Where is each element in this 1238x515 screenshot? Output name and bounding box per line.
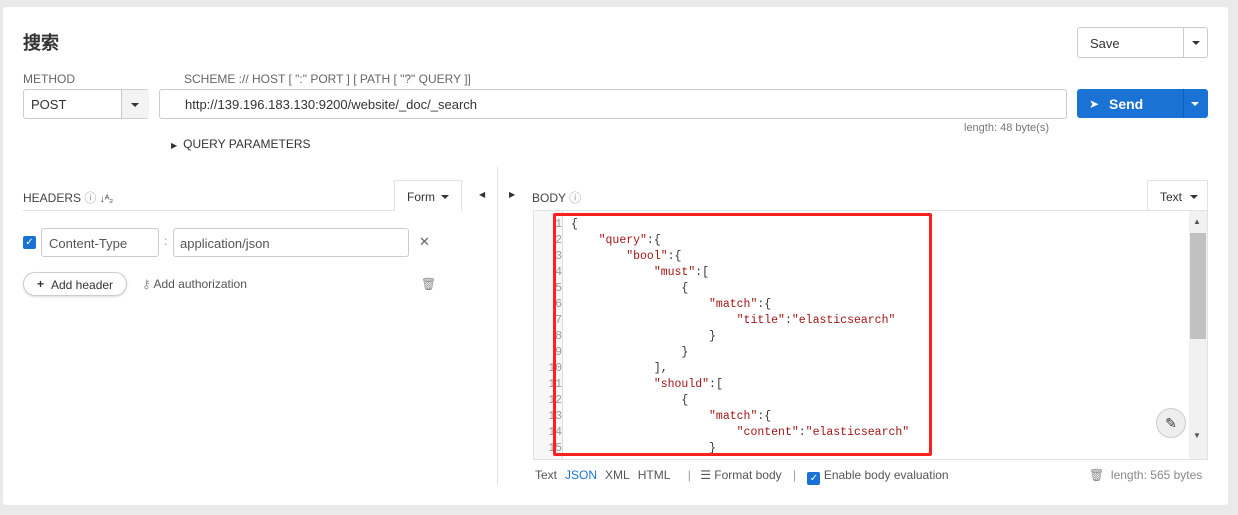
help-icon: ⓘ [569,191,582,205]
method-label: METHOD [23,72,75,86]
plus-icon: + [37,277,45,291]
chevron-down-icon [131,103,139,107]
header-value-input[interactable]: application/json [173,228,409,257]
enable-eval-checkbox[interactable]: ✓ [807,472,821,485]
remove-header-icon[interactable]: ✕ [419,234,430,250]
trash-icon[interactable]: 🗑 [1089,468,1104,482]
add-authorization-link[interactable]: ⚷ Add authorization [142,277,247,291]
body-mode-value: Text [1160,190,1183,204]
header-enabled-checkbox[interactable]: ✓ [23,236,36,249]
key-icon: ⚷ [142,277,151,291]
trash-icon[interactable]: 🗑 [421,277,436,291]
collapse-left-icon[interactable]: ◀ [479,190,485,199]
highlight-box [553,213,932,456]
request-card: 搜索 Save METHOD SCHEME :// HOST [ ":" POR… [3,7,1228,505]
method-select[interactable]: POST [23,89,149,119]
pane-divider [497,167,498,485]
chevron-down-icon [1190,195,1198,199]
page-title: 搜索 [23,33,59,53]
format-json[interactable]: JSON [565,468,597,482]
format-body-button[interactable]: ☰ Format body [700,468,781,482]
add-header-label: Add header [51,278,114,292]
caret-right-icon: ▶ [171,141,178,150]
url-label: SCHEME :// HOST [ ":" PORT ] [ PATH [ "?… [184,72,471,86]
body-label: BODY ⓘ [532,191,582,205]
headers-mode-value: Form [407,190,435,204]
sort-icon: ↓ᴬ₂ [99,194,114,205]
url-value: http://139.196.183.130:9200/website/_doc… [185,97,477,112]
save-button[interactable]: Save [1077,27,1208,58]
url-input[interactable]: http://139.196.183.130:9200/website/_doc… [159,89,1067,119]
query-parameters-toggle[interactable]: ▶ QUERY PARAMETERS [171,137,311,151]
format-xml[interactable]: XML [605,468,630,482]
body-mode-select[interactable]: Text [1147,180,1208,211]
help-icon: ⓘ [84,191,97,205]
headers-mode-select[interactable]: Form [394,180,462,211]
collapse-right-icon[interactable]: ▶ [509,190,515,199]
headers-label: HEADERS ⓘ ↓ᴬ₂ [23,191,114,205]
body-format-bar: Text JSON XML HTML | ☰ Format body | ✓ Enab… [535,468,949,485]
add-header-button[interactable]: + Add header [23,272,127,296]
send-label: Send [1109,96,1144,112]
header-key-input[interactable]: Content-Type [41,228,159,257]
query-params-label: QUERY PARAMETERS [183,137,311,151]
enable-eval-label: Enable body evaluation [823,468,949,482]
magic-wand-icon[interactable]: ✎ [1156,408,1186,438]
url-length: length: 48 byte(s) [964,122,1049,134]
chevron-down-icon[interactable] [1191,102,1199,106]
chevron-down-icon [441,195,449,199]
body-length: 🗑 length: 565 bytes [1089,468,1203,482]
save-label: Save [1090,36,1120,51]
method-value: POST [31,97,67,112]
send-button[interactable]: ➤ Send [1077,89,1208,118]
paper-plane-icon: ➤ [1089,97,1100,111]
format-text[interactable]: Text [535,468,557,482]
format-html[interactable]: HTML [638,468,671,482]
editor-scrollbar[interactable]: ▲ ▼ [1189,211,1207,459]
chevron-down-icon[interactable] [1192,41,1200,45]
